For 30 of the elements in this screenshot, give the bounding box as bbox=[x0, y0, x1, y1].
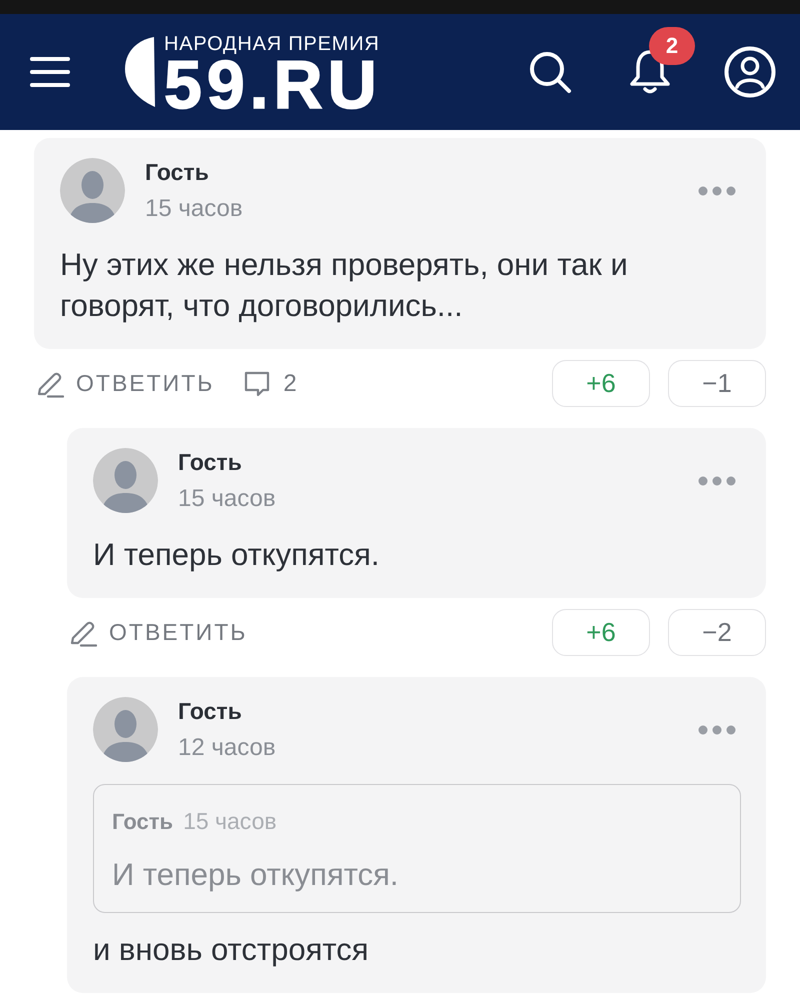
downvote-button[interactable]: −2 bbox=[668, 609, 766, 656]
quote-text: И теперь откупятся. bbox=[112, 856, 400, 894]
logo-mark-icon[interactable] bbox=[125, 37, 155, 107]
downvote-button[interactable]: −1 bbox=[668, 360, 766, 407]
upvote-button[interactable]: +6 bbox=[552, 360, 650, 407]
author-name: Гость bbox=[178, 697, 243, 725]
logo-caption[interactable]: НАРОДНАЯ ПРЕМИЯ bbox=[164, 34, 382, 54]
comment-time: 15 часов bbox=[145, 195, 243, 223]
menu-icon[interactable] bbox=[30, 57, 70, 87]
quote-author: Гость bbox=[112, 808, 174, 836]
user-avatar-icon bbox=[60, 158, 125, 223]
search-icon[interactable] bbox=[528, 50, 572, 94]
user-avatar-icon bbox=[93, 448, 158, 513]
comment-text: и вновь отстроятся bbox=[93, 931, 370, 969]
reply-button[interactable]: ОТВЕТИТЬ bbox=[69, 618, 248, 646]
profile-icon[interactable] bbox=[724, 46, 776, 98]
user-avatar-icon bbox=[93, 697, 158, 762]
comment-time: 15 часов bbox=[178, 485, 276, 513]
comment-text: И теперь откупятся. bbox=[93, 536, 381, 574]
speech-bubble-icon bbox=[243, 370, 272, 398]
replies-count-button[interactable]: 2 bbox=[243, 370, 297, 398]
quote-time: 15 часов bbox=[183, 807, 277, 835]
logo-wordmark[interactable]: 59.RU bbox=[164, 60, 382, 110]
comment-text: Ну этих же нельзя проверять, они так и говорят, что договорились... bbox=[60, 246, 629, 325]
upvote-button[interactable]: +6 bbox=[552, 609, 650, 656]
reply-button[interactable]: ОТВЕТИТЬ bbox=[36, 370, 214, 398]
comment-time: 12 часов bbox=[178, 734, 276, 762]
author-name: Гость bbox=[145, 158, 210, 186]
author-name: Гость bbox=[178, 448, 243, 476]
notification-count-badge: 2 bbox=[649, 27, 695, 65]
